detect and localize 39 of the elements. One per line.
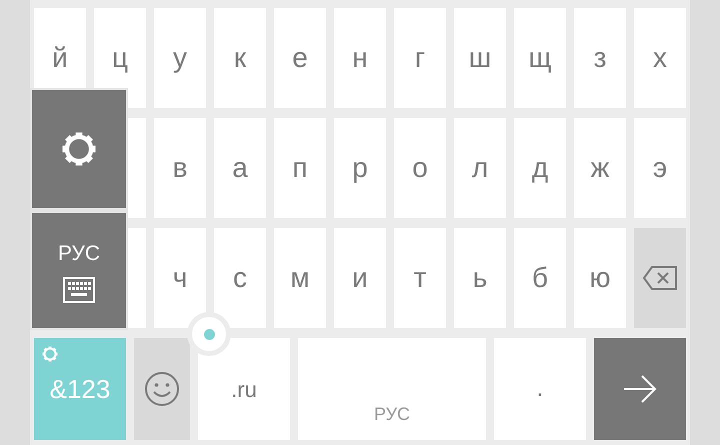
letter-key[interactable]: щ	[514, 8, 566, 108]
letter-key[interactable]: в	[154, 118, 206, 218]
letter-key[interactable]: т	[394, 228, 446, 328]
space-key[interactable]: РУС	[298, 338, 486, 440]
emoji-key[interactable]	[134, 338, 190, 440]
language-tile[interactable]: РУС	[32, 213, 126, 328]
arrow-right-icon	[622, 374, 658, 404]
backspace-key[interactable]	[634, 228, 686, 328]
keyboard-icon	[63, 277, 95, 304]
letter-key[interactable]: е	[274, 8, 326, 108]
letter-key[interactable]: м	[274, 228, 326, 328]
letter-key[interactable]: о	[394, 118, 446, 218]
period-key[interactable]: .	[494, 338, 586, 440]
letter-key[interactable]: ж	[574, 118, 626, 218]
letter-key[interactable]: у	[154, 8, 206, 108]
domain-key[interactable]: .ru	[198, 338, 290, 440]
letter-key[interactable]: г	[394, 8, 446, 108]
letter-key[interactable]: и	[334, 228, 386, 328]
letter-key[interactable]: ь	[454, 228, 506, 328]
letter-key[interactable]: б	[514, 228, 566, 328]
backspace-icon	[642, 265, 678, 291]
letter-key[interactable]: д	[514, 118, 566, 218]
letter-key[interactable]: р	[334, 118, 386, 218]
letter-key[interactable]: ч	[154, 228, 206, 328]
smiley-icon	[144, 371, 180, 407]
letter-key[interactable]: ю	[574, 228, 626, 328]
letter-key[interactable]: э	[634, 118, 686, 218]
letter-key[interactable]: к	[214, 8, 266, 108]
letter-key[interactable]: х	[634, 8, 686, 108]
gear-icon	[40, 344, 60, 364]
letter-key[interactable]: з	[574, 8, 626, 108]
settings-tile[interactable]	[32, 90, 126, 208]
letter-key[interactable]: п	[274, 118, 326, 218]
letter-key[interactable]: л	[454, 118, 506, 218]
letter-key[interactable]: с	[214, 228, 266, 328]
language-label: РУС	[58, 240, 100, 267]
letter-key[interactable]: а	[214, 118, 266, 218]
letter-key[interactable]: н	[334, 8, 386, 108]
letter-key[interactable]: ш	[454, 8, 506, 108]
